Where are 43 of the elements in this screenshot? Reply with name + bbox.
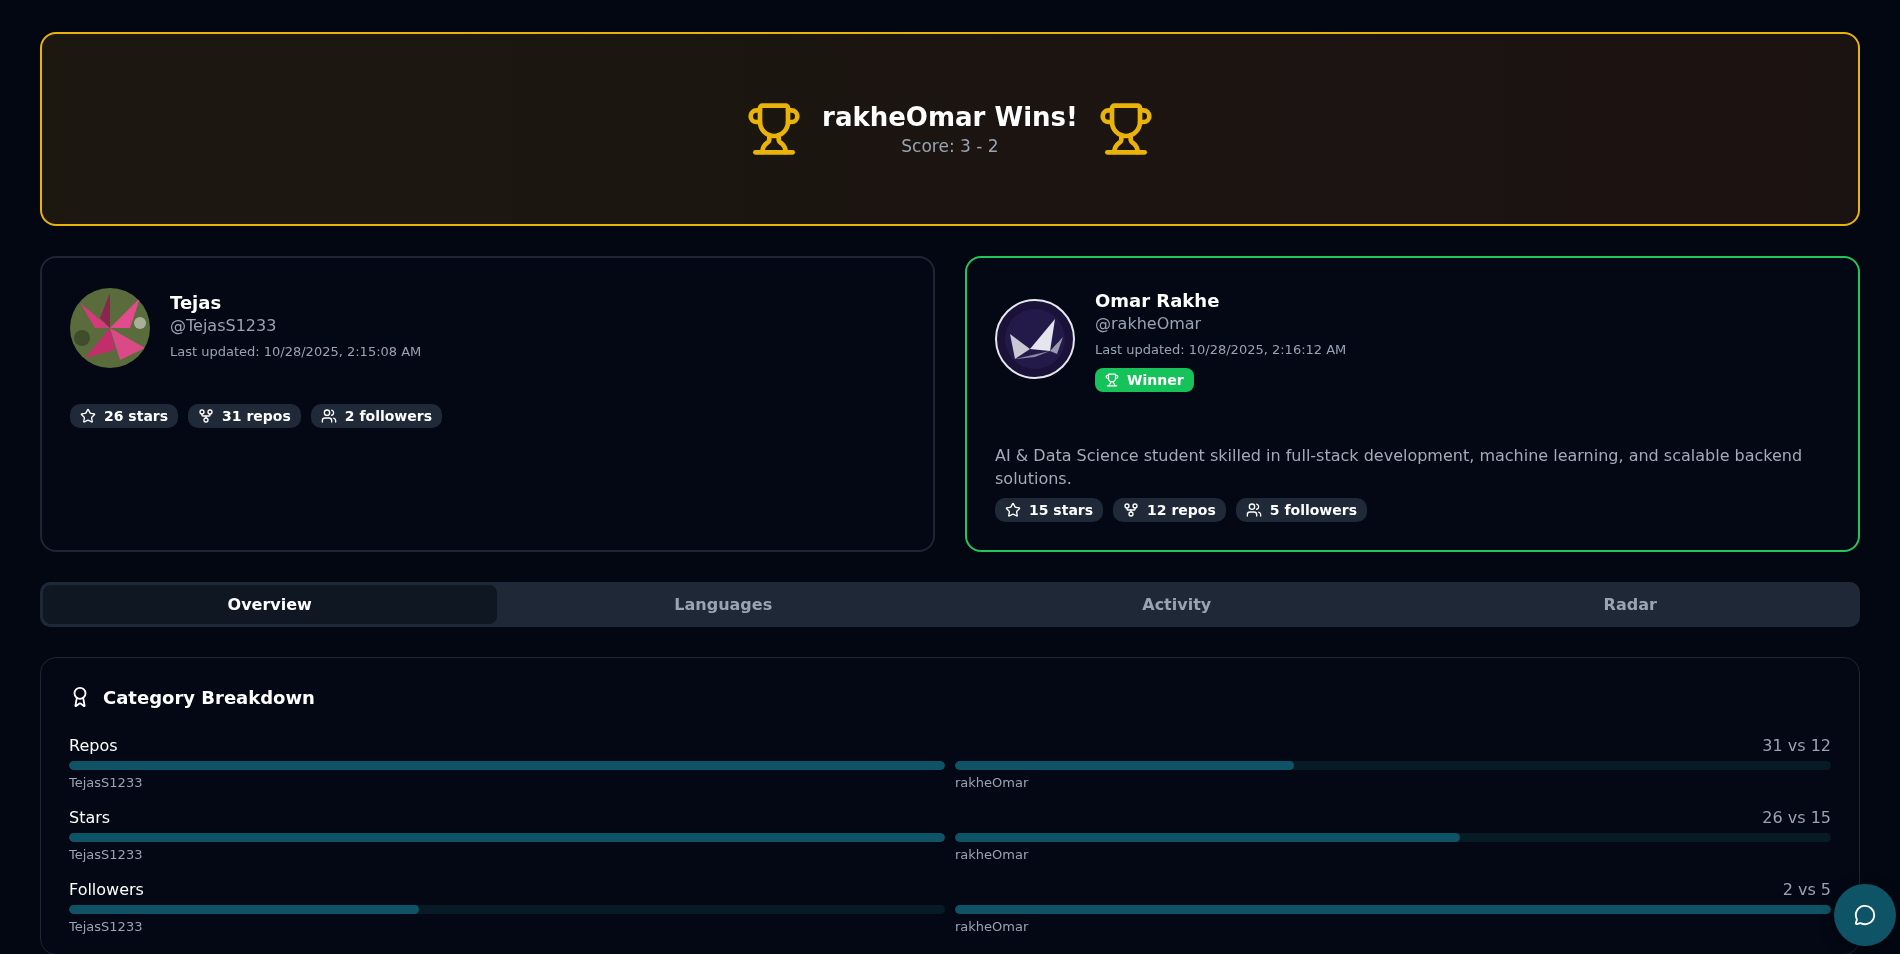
category-reading: 26 vs 15 xyxy=(1762,808,1831,827)
star-icon xyxy=(80,408,96,424)
user-label: TejasS1233 xyxy=(69,775,144,790)
last-updated: Last updated: 10/28/2025, 2:15:08 AM xyxy=(170,344,422,359)
category-reading: 31 vs 12 xyxy=(1762,736,1831,755)
user-label: rakheOmar xyxy=(955,919,1030,934)
chat-icon xyxy=(1854,904,1876,926)
users-icon xyxy=(320,408,337,424)
stat-label: 2 followers xyxy=(344,408,433,424)
fork-icon xyxy=(198,408,215,424)
last-updated: Last updated: 10/28/2025, 2:16:12 AM xyxy=(1095,342,1347,357)
section-title: Category Breakdown xyxy=(103,686,315,708)
category-reading: 2 vs 5 xyxy=(1782,880,1831,899)
user-label: rakheOmar xyxy=(955,847,1030,862)
stat-label: 15 stars xyxy=(1029,502,1094,518)
trophy-icon xyxy=(1105,373,1119,387)
fork-icon xyxy=(1123,502,1140,518)
user-label: TejasS1233 xyxy=(69,847,144,862)
profile-bio: AI & Data Science student skilled in full-stack development, machine learning, and scalable backend solutions. xyxy=(995,444,1804,490)
category-name: Followers xyxy=(69,880,144,899)
trophy-icon xyxy=(746,101,803,157)
stat-label: 5 followers xyxy=(1269,502,1358,518)
tab[interactable]: Radar xyxy=(1403,585,1857,624)
tab[interactable]: Languages xyxy=(496,585,950,624)
tab[interactable]: Overview xyxy=(43,585,497,624)
star-icon xyxy=(1005,502,1021,518)
score-text: Score: 3 - 2 xyxy=(901,136,999,156)
user-label: rakheOmar xyxy=(955,775,1030,790)
trophy-icon xyxy=(1097,101,1154,157)
users-icon xyxy=(1245,502,1262,518)
stat-label: 31 repos xyxy=(222,408,291,424)
profile-name: Omar Rakhe xyxy=(1095,290,1221,311)
winner-title: rakheOmar Wins! xyxy=(822,102,1078,132)
profile-handle: @TejasS1233 xyxy=(170,316,278,335)
badge-label: Winner xyxy=(1127,372,1184,388)
stat-label: 26 stars xyxy=(104,408,169,424)
stat-label: 12 repos xyxy=(1147,502,1216,518)
user-label: TejasS1233 xyxy=(69,919,144,934)
tab[interactable]: Activity xyxy=(950,585,1404,624)
profile-name: Tejas xyxy=(170,292,223,313)
profile-handle: @rakheOmar xyxy=(1095,314,1203,333)
category-name: Stars xyxy=(69,808,111,827)
category-name: Repos xyxy=(69,736,118,755)
